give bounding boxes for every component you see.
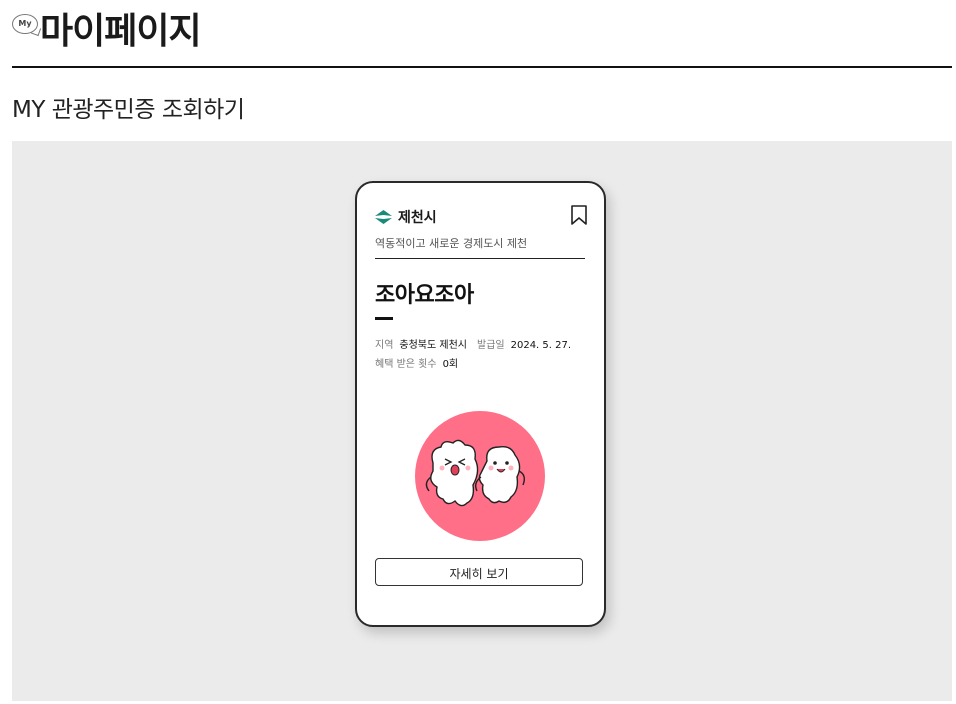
issued-label: 발급일 bbox=[477, 340, 505, 351]
my-chat-icon: My bbox=[12, 14, 42, 38]
region-value: 충청북도 제천시 bbox=[399, 340, 467, 351]
card-stage: 제천시 역동적이고 새로운 경제도시 제천 조아요조아 지역 충청북도 제천시 발급… bbox=[12, 141, 952, 701]
city-slogan: 역동적이고 새로운 경제도시 제천 bbox=[375, 237, 528, 250]
issued-value: 2024. 5. 27. bbox=[510, 340, 572, 351]
mascot-image bbox=[415, 411, 545, 541]
info-row-region-date: 지역 충청북도 제천시 발급일 2024. 5. 27. bbox=[375, 336, 581, 351]
city-logo-icon bbox=[375, 210, 392, 224]
card-header: 제천시 bbox=[375, 207, 437, 227]
card-divider bbox=[375, 258, 585, 259]
section-title: MY 관광주민증 조회하기 bbox=[12, 97, 245, 123]
benefit-value: 0회 bbox=[442, 359, 459, 370]
view-details-button[interactable]: 자세히 보기 bbox=[375, 558, 583, 586]
nickname: 조아요조아 bbox=[375, 283, 474, 308]
header-divider bbox=[12, 66, 952, 68]
page-header: My 마이페이지 bbox=[12, 8, 202, 56]
region-label: 지역 bbox=[375, 340, 394, 351]
info-row-benefit: 혜택 받은 횟수 0회 bbox=[375, 355, 468, 370]
bookmark-icon[interactable] bbox=[570, 205, 588, 225]
nickname-underline bbox=[375, 317, 393, 320]
page-title: 마이페이지 bbox=[40, 11, 202, 52]
benefit-label: 혜택 받은 횟수 bbox=[375, 359, 437, 370]
resident-card: 제천시 역동적이고 새로운 경제도시 제천 조아요조아 지역 충청북도 제천시 발급… bbox=[355, 181, 606, 627]
city-name: 제천시 bbox=[398, 210, 437, 226]
